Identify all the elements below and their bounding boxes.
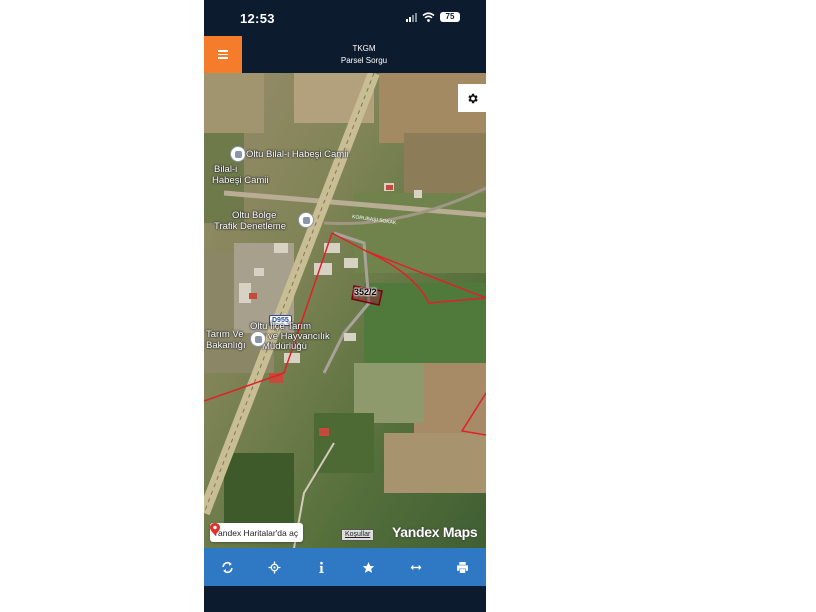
info-button[interactable]: [310, 555, 334, 579]
app-title-block: TKGM Parsel Sorgu: [242, 43, 486, 67]
bottom-toolbar: [204, 548, 486, 586]
location-pin-icon: [210, 523, 220, 535]
poi-tarim-line3[interactable]: Müdürlüğü: [262, 342, 307, 352]
terms-link[interactable]: Koşullar: [341, 529, 375, 541]
poi-bakanlik-line1: Tarım Ve: [206, 329, 244, 340]
hamburger-menu-icon: [218, 48, 228, 61]
arrows-horizontal-icon: [410, 564, 421, 570]
wifi-icon: [422, 12, 435, 22]
info-icon: [319, 561, 324, 573]
print-button[interactable]: [451, 555, 475, 579]
poi-camii-alt-line2: Habeşi Camii: [212, 175, 269, 186]
app-title: TKGM: [352, 44, 376, 53]
home-indicator-area: [204, 586, 486, 612]
measure-button[interactable]: [404, 555, 428, 579]
print-icon: [457, 561, 468, 573]
poi-bakanlik-line2: Bakanlığı: [206, 340, 246, 351]
crosshair-icon: [268, 561, 281, 573]
yandex-maps-logo: Yandex Maps: [392, 524, 478, 540]
poi-trafik-line1[interactable]: Oltu Bölge: [232, 211, 276, 221]
settings-button[interactable]: [458, 84, 486, 112]
open-in-yandex-label: Yandex Haritalar'da aç: [213, 527, 299, 538]
mosque-icon[interactable]: [230, 146, 246, 162]
refresh-icon: [222, 561, 233, 573]
poi-camii-alt-line1: Bilal-i: [214, 164, 238, 175]
app-subtitle: Parsel Sorgu: [340, 56, 388, 65]
building-icon[interactable]: [250, 331, 266, 347]
poi-camii-name[interactable]: Oltu Bilal-i Habeşi Camii: [246, 150, 348, 160]
locate-button[interactable]: [263, 555, 287, 579]
status-icons: 75: [406, 12, 460, 22]
building-icon[interactable]: [298, 212, 314, 228]
map-view[interactable]: KORUBAŞI SOKAK Oltu Bilal-i Habeşi Camii…: [204, 73, 486, 548]
cellular-signal-icon: [406, 12, 417, 22]
refresh-button[interactable]: [216, 555, 240, 579]
status-bar: 12:53 75: [204, 0, 486, 36]
parcel-number-label[interactable]: 352/2: [354, 287, 377, 297]
satellite-imagery: KORUBAŞI SOKAK: [204, 73, 486, 548]
poi-trafik-line2[interactable]: Trafik Denetleme: [214, 222, 286, 232]
battery-icon: 75: [440, 12, 460, 22]
phone-screen: 12:53 75 TKGM Parsel Sorgu KORUBAŞI SOKA…: [204, 0, 486, 612]
favorite-button[interactable]: [357, 555, 381, 579]
app-bar: TKGM Parsel Sorgu: [204, 36, 486, 73]
gear-icon: [467, 93, 478, 103]
open-in-yandex-button[interactable]: Yandex Haritalar'da aç: [210, 523, 304, 542]
menu-button[interactable]: [204, 36, 242, 73]
status-time: 12:53: [240, 11, 275, 26]
star-icon: [362, 561, 375, 573]
